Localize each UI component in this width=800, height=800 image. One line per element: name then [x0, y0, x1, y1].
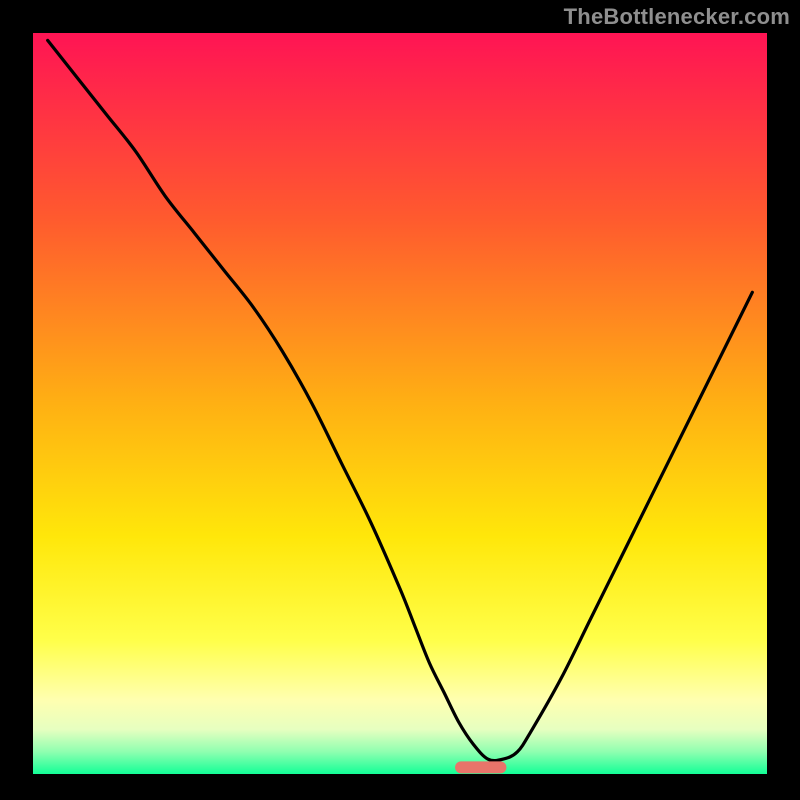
plot-background — [33, 33, 767, 774]
chart-svg — [0, 0, 800, 800]
plot-border-bottom — [0, 774, 800, 800]
plot-border-left — [0, 0, 33, 800]
attribution-text: TheBottlenecker.com — [564, 4, 790, 30]
chart-container: { "attribution": "TheBottlenecker.com", … — [0, 0, 800, 800]
plot-border-right — [767, 0, 800, 800]
optimum-marker — [455, 761, 506, 773]
